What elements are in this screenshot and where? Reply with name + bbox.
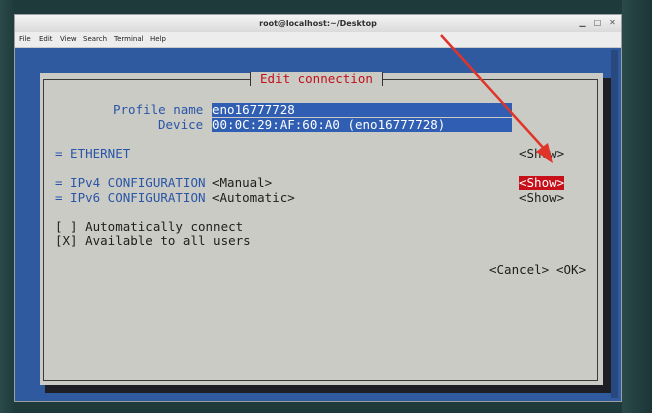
menu-help[interactable]: Help [150, 35, 166, 43]
menu-terminal[interactable]: Terminal [114, 35, 144, 43]
maximize-icon[interactable]: □ [592, 18, 603, 28]
ipv4-section-label: = IPv4 CONFIGURATION [55, 175, 206, 190]
auto-connect-checkbox[interactable]: [ ] Automatically connect [55, 220, 243, 234]
menu-edit[interactable]: Edit [39, 35, 53, 43]
ipv4-mode-select[interactable]: <Manual> [212, 176, 272, 190]
profile-name-label: Profile name [113, 102, 204, 117]
cancel-button[interactable]: <Cancel> [489, 263, 549, 277]
menu-bar: File Edit View Search Terminal Help [15, 32, 621, 48]
window-titlebar[interactable]: root@localhost:~/Desktop ▁ □ ✕ [15, 15, 621, 33]
desktop-background-left [0, 0, 14, 413]
desktop-background-right [622, 0, 652, 413]
menu-file[interactable]: File [19, 35, 31, 43]
dialog-shadow-side [603, 78, 611, 393]
ipv4-show-button[interactable]: <Show> [519, 176, 565, 190]
dialog-title: Edit connection [250, 72, 383, 86]
window-title: root@localhost:~/Desktop [259, 19, 377, 28]
close-icon[interactable]: ✕ [607, 18, 618, 28]
ipv6-section-label: = IPv6 CONFIGURATION [55, 190, 206, 205]
device-label: Device [158, 117, 204, 132]
terminal-area[interactable]: Edit connection Profile name eno16777728… [16, 48, 620, 400]
ethernet-section-label[interactable]: = ETHERNET [55, 147, 130, 161]
device-input[interactable]: 00:0C:29:AF:60:A0 (eno16777728) [212, 118, 512, 132]
dialog-shadow [45, 385, 611, 393]
ipv6-show-button[interactable]: <Show> [519, 191, 564, 205]
menu-search[interactable]: Search [83, 35, 107, 43]
minimize-icon[interactable]: ▁ [577, 18, 588, 28]
terminal-window: root@localhost:~/Desktop ▁ □ ✕ File Edit… [14, 14, 622, 402]
ok-button[interactable]: <OK> [556, 263, 586, 277]
edit-connection-dialog: Edit connection Profile name eno16777728… [40, 72, 603, 385]
profile-name-input[interactable]: eno16777728 [212, 103, 512, 117]
menu-view[interactable]: View [60, 35, 77, 43]
ipv6-mode-select[interactable]: <Automatic> [212, 191, 295, 205]
all-users-checkbox[interactable]: [X] Available to all users [55, 234, 251, 248]
terminal-scrollbar[interactable] [611, 50, 618, 398]
ethernet-show-button[interactable]: <Show> [519, 147, 564, 161]
